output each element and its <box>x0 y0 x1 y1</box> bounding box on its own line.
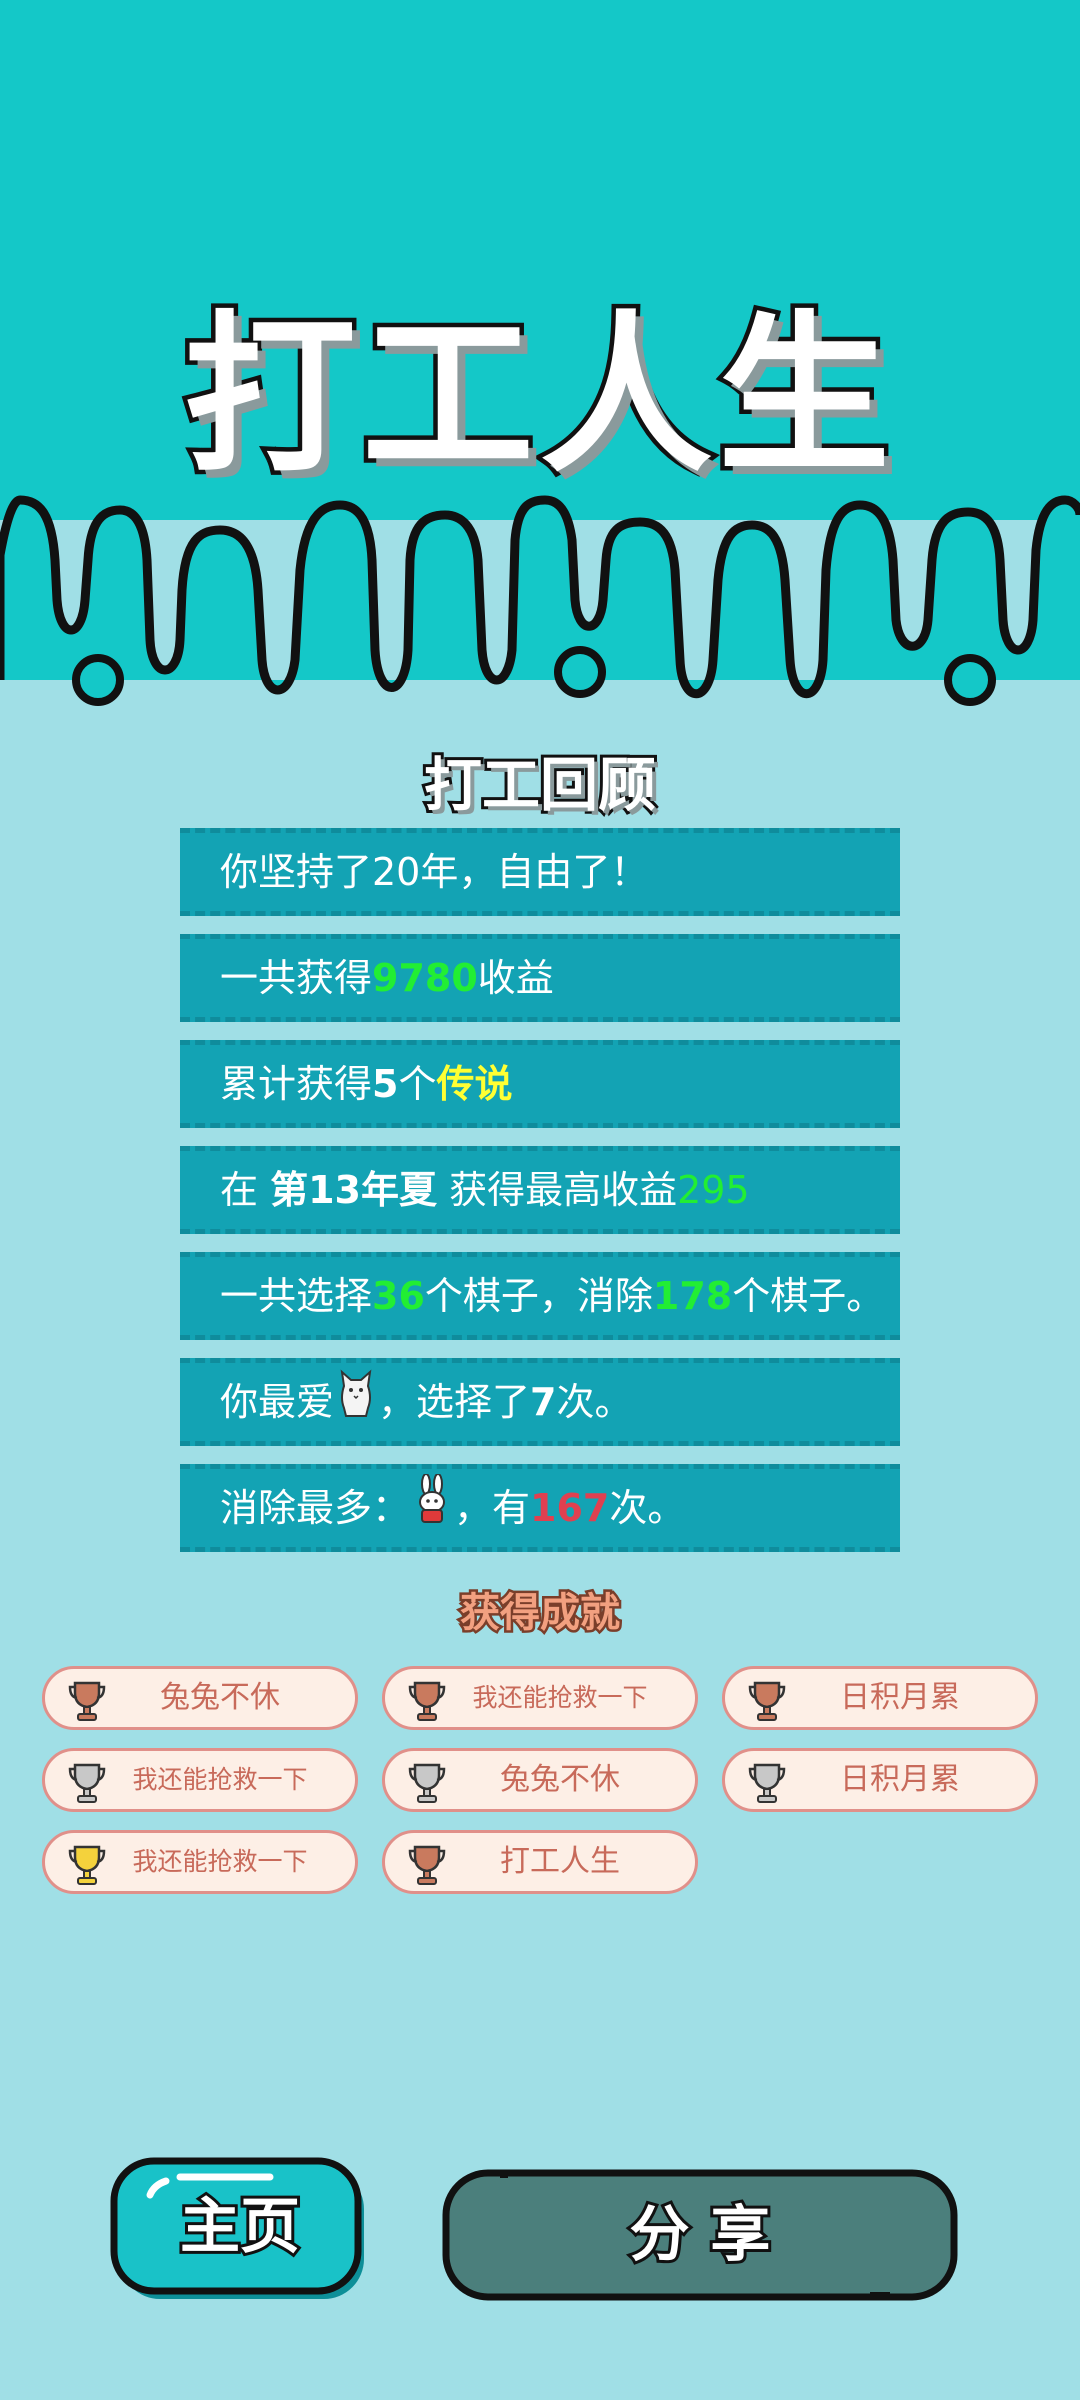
best-income-label: 获得最高收益 <box>436 1168 678 1212</box>
review-row-favorite: 你最爱 ，选择了7次。 <box>180 1358 900 1446</box>
bronze-trophy-icon <box>407 1843 447 1907</box>
best-season-prefix: 在 <box>220 1168 271 1212</box>
review-heading: 打工回顾 <box>421 748 659 822</box>
total-income-label: 一共获得 <box>220 956 373 1000</box>
achievement-badge[interactable]: 日积月累 <box>722 1748 1038 1812</box>
silver-trophy-icon <box>407 1761 447 1825</box>
achievement-label: 我还能抢救一下 <box>132 1765 308 1794</box>
pieces-removed-label: 个棋子，消除 <box>424 1274 653 1318</box>
home-button[interactable]: 主页 <box>110 2155 370 2305</box>
most-removed-count: 167 <box>530 1486 610 1530</box>
achievement-label: 打工人生 <box>500 1844 620 1879</box>
total-income-unit: 收益 <box>477 956 554 1000</box>
achievement-badge[interactable]: 兔兔不休 <box>382 1748 698 1812</box>
review-row-most-removed: 消除最多： ，有167次。 <box>180 1464 900 1552</box>
achievement-label: 日积月累 <box>840 1762 960 1797</box>
share-button[interactable]: 分 享 <box>440 2165 960 2305</box>
pieces-suffix: 个棋子。 <box>732 1274 885 1318</box>
favorite-label: 你最爱 <box>220 1380 335 1424</box>
game-title: 打工人生 <box>180 291 896 501</box>
silver-trophy-icon <box>747 1761 787 1825</box>
achievement-label: 我还能抢救一下 <box>472 1683 648 1712</box>
achievement-label: 日积月累 <box>840 1680 960 1715</box>
review-row-pieces: 一共选择36个棋子，消除178个棋子。 <box>180 1252 900 1340</box>
best-season: 第13年夏 <box>270 1168 437 1212</box>
cat-icon <box>336 1366 376 1444</box>
favorite-suffix: 次。 <box>556 1380 633 1424</box>
share-button-label: 分 享 <box>627 2197 774 2273</box>
achievement-label: 兔兔不休 <box>500 1762 620 1797</box>
favorite-count: 7 <box>530 1380 557 1424</box>
legendary-tier: 传说 <box>436 1062 513 1106</box>
gold-trophy-icon <box>67 1843 107 1908</box>
pieces-removed-count: 178 <box>652 1274 733 1318</box>
achievement-badge[interactable]: 我还能抢救一下 <box>382 1666 698 1730</box>
rabbit-icon <box>412 1472 452 1550</box>
achievement-badge[interactable]: 我还能抢救一下 <box>42 1830 358 1894</box>
achievement-badge[interactable]: 打工人生 <box>382 1830 698 1894</box>
most-removed-suffix: 次。 <box>609 1486 686 1530</box>
best-income-value: 295 <box>677 1168 750 1212</box>
achievement-badge[interactable]: 我还能抢救一下 <box>42 1748 358 1812</box>
achievement-badge[interactable]: 日积月累 <box>722 1666 1038 1730</box>
achievement-label: 兔兔不休 <box>160 1680 280 1715</box>
review-row-best-season: 在 第13年夏 获得最高收益295 <box>180 1146 900 1234</box>
silver-trophy-icon <box>67 1761 107 1826</box>
bronze-trophy-icon <box>407 1679 447 1744</box>
favorite-chosen-label: ，选择了 <box>378 1380 531 1424</box>
years-text: 你坚持了20年，自由了！ <box>220 850 649 894</box>
legendary-count: 5 <box>372 1062 399 1106</box>
review-row-legendary: 累计获得5个传说 <box>180 1040 900 1128</box>
bronze-trophy-icon <box>747 1679 787 1743</box>
pieces-chosen-label: 一共选择 <box>220 1274 373 1318</box>
legendary-label: 累计获得 <box>220 1062 373 1106</box>
review-row-total-income: 一共获得9780收益 <box>180 934 900 1022</box>
legendary-measure: 个 <box>398 1062 437 1106</box>
most-removed-mid: ，有 <box>454 1486 531 1530</box>
bronze-trophy-icon <box>67 1679 107 1743</box>
review-row-years: 你坚持了20年，自由了！ <box>180 828 900 916</box>
achievement-badge[interactable]: 兔兔不休 <box>42 1666 358 1730</box>
most-removed-label: 消除最多： <box>220 1486 411 1530</box>
pieces-chosen-count: 36 <box>372 1274 425 1318</box>
achievement-label: 我还能抢救一下 <box>132 1847 308 1876</box>
achievements-heading: 获得成就 <box>458 1588 623 1639</box>
total-income-value: 9780 <box>372 956 478 1000</box>
home-button-label: 主页 <box>177 2189 303 2265</box>
header-area: 打工人生 <box>0 0 1080 720</box>
